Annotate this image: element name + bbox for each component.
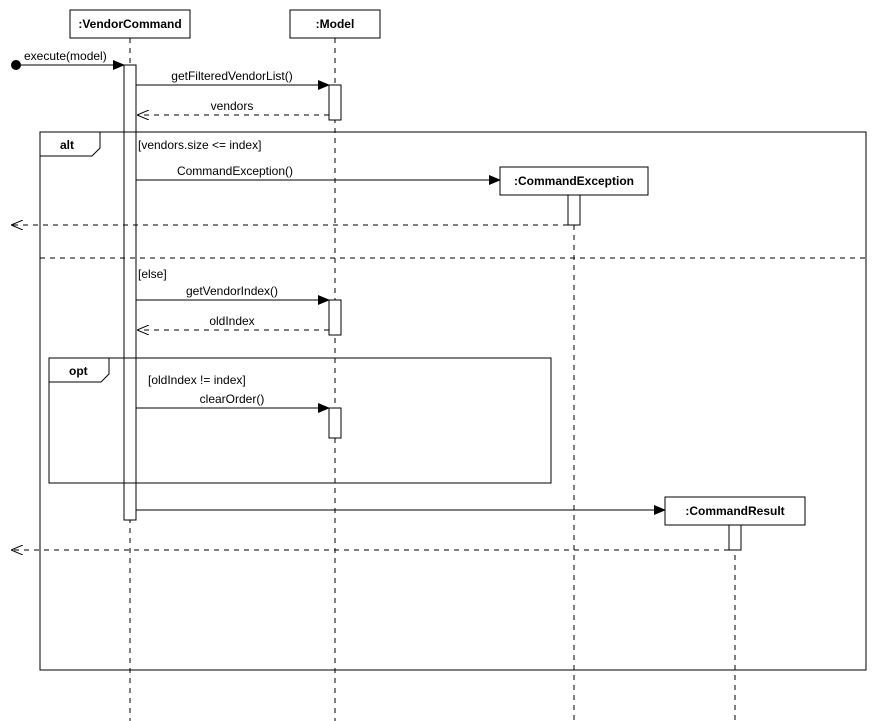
message-clear-order-label: clearOrder()	[200, 392, 265, 406]
message-get-filtered-vendor-list-label: getFilteredVendorList()	[171, 69, 292, 83]
message-get-vendor-index-label: getVendorIndex()	[186, 284, 278, 298]
activation-model-2	[329, 300, 341, 335]
guard-old-index-check: [oldIndex != index]	[148, 373, 246, 387]
guard-size-check: [vendors.size <= index]	[138, 138, 261, 152]
message-command-exception-label: CommandException()	[177, 164, 293, 178]
activation-vendor-command	[124, 65, 136, 520]
activation-command-exception	[568, 195, 580, 225]
participant-command-result-label: :CommandResult	[685, 504, 784, 518]
activation-model-1	[329, 85, 341, 120]
participant-command-exception-label: :CommandException	[514, 174, 634, 188]
start-icon	[11, 60, 21, 70]
activation-command-result	[729, 525, 741, 550]
fragment-alt-label: alt	[60, 138, 74, 152]
message-execute-label: execute(model)	[24, 49, 107, 63]
fragment-alt	[40, 132, 866, 670]
guard-else: [else]	[138, 267, 167, 281]
return-vendors-label: vendors	[211, 99, 254, 113]
participant-model-label: :Model	[316, 17, 355, 31]
activation-model-3	[329, 408, 341, 438]
fragment-opt-label: opt	[69, 364, 88, 378]
return-old-index-label: oldIndex	[209, 314, 254, 328]
participant-vendor-command-label: :VendorCommand	[78, 17, 181, 31]
